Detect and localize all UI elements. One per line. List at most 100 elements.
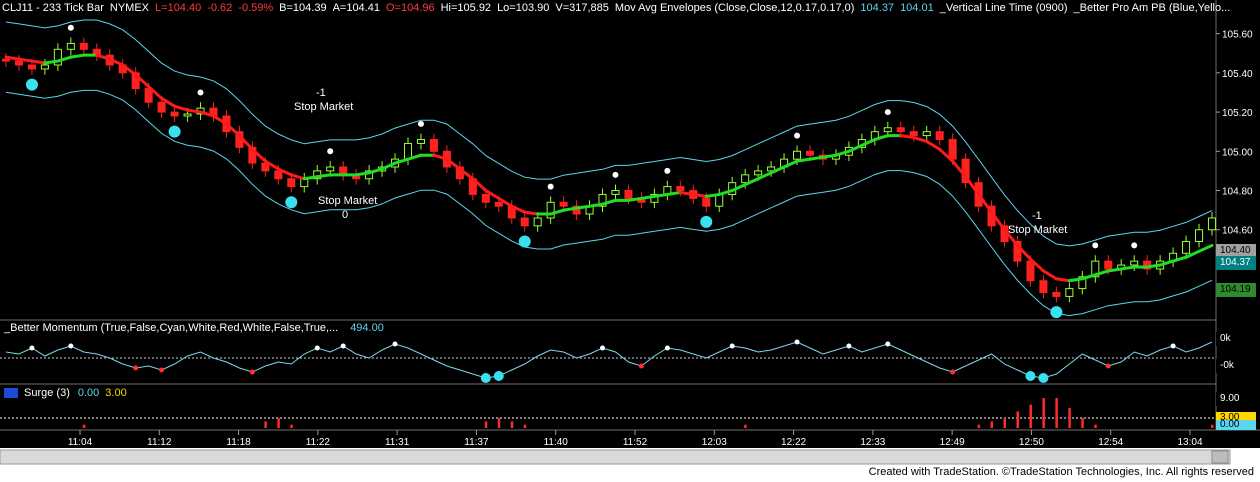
surge-bar: [523, 424, 527, 428]
symbol-label[interactable]: CLJ11 - 233 Tick Bar: [2, 2, 104, 14]
momentum-peak-dot: [885, 341, 891, 347]
candle-body: [326, 166, 335, 172]
ma-segment: [30, 59, 47, 65]
scrollbar-thumb[interactable]: [1211, 450, 1229, 464]
candle-body: [494, 201, 503, 207]
momentum-trough-dot: [133, 365, 139, 371]
time-tick-label: 12:49: [940, 437, 965, 448]
candle-body: [157, 101, 166, 113]
ma-segment: [354, 171, 371, 177]
exchange-label: NYMEX: [109, 2, 150, 14]
momentum-peak-dot: [846, 343, 852, 349]
price-axis-background: [1216, 0, 1260, 448]
high-signal-dot: [327, 148, 334, 155]
ma-segment: [186, 108, 203, 114]
momentum-trough-dot: [159, 367, 165, 373]
time-tick-label: 11:12: [147, 437, 172, 448]
time-tick-label: 11:22: [306, 437, 331, 448]
annotation-a2-top: Stop Market: [318, 195, 378, 207]
candle-body: [1026, 260, 1035, 282]
candle-body: [1182, 241, 1191, 254]
momentum-value: 494.00: [350, 322, 384, 334]
study-pro-am[interactable]: _Better Pro Am PB (Blue,Yello...: [1074, 2, 1231, 14]
ma-segment: [43, 59, 60, 65]
price-tick-label: 105.60: [1222, 30, 1253, 41]
candle-body: [429, 139, 438, 152]
time-tick-label: 12:54: [1098, 437, 1123, 448]
candle-body: [896, 127, 905, 133]
annotation-a3-top: -1: [1032, 210, 1042, 222]
candle-body: [183, 113, 192, 117]
surge-value-2: 3.00: [105, 387, 127, 399]
surge-bar: [1016, 411, 1019, 428]
candle-body: [274, 170, 283, 180]
surge-value-1: 0.00: [77, 387, 100, 399]
candle-body: [624, 190, 633, 199]
momentum-trough-dot: [950, 369, 956, 375]
candle-body: [79, 42, 88, 50]
study-envelopes[interactable]: Mov Avg Envelopes (Close,Close,12,0.17,0…: [615, 2, 855, 14]
surge-bar: [1042, 398, 1045, 428]
ma-segment: [315, 173, 332, 179]
ask-price: A=104.41: [332, 2, 380, 14]
tradestation-chart-window: 11:04 11:12 11:18 11:22 11:31 11:37 11:40 11:52…: [0, 0, 1260, 465]
price-tick-label: 104.80: [1222, 187, 1253, 198]
ma-segment: [4, 55, 21, 61]
candle-body: [611, 190, 620, 195]
scrollbar-track[interactable]: [0, 449, 1231, 465]
low-signal-dot: [700, 215, 713, 228]
candle-body: [1052, 292, 1061, 297]
candle-body: [1130, 260, 1139, 266]
ma-segment: [665, 190, 682, 196]
volume: V=317,885: [555, 2, 609, 14]
candle-body: [559, 201, 568, 207]
surge-bar: [510, 421, 514, 428]
high-signal-dot: [1131, 242, 1138, 249]
ma-segment: [704, 192, 721, 198]
candle-body: [702, 197, 711, 207]
candle-body: [676, 186, 685, 192]
momentum-peak-dot: [600, 345, 606, 351]
time-tick-label: 11:37: [464, 437, 489, 448]
momentum-title[interactable]: _Better Momentum (True,False,Cyan,White,…: [4, 322, 384, 334]
candle-body: [909, 131, 918, 137]
momentum-peak-dot: [1170, 343, 1176, 349]
candle-body: [533, 217, 542, 227]
candle-body: [1, 58, 11, 62]
time-tick-label: 11:04: [68, 437, 93, 448]
open-price: O=104.96: [385, 2, 435, 14]
price-tick-label: 105.40: [1222, 69, 1253, 80]
candle-body: [546, 201, 555, 219]
surge-title[interactable]: Surge (3) 0.00 3.00: [4, 387, 127, 399]
candle-body: [27, 64, 36, 70]
high-signal-dot: [664, 167, 671, 174]
candle-body: [1195, 229, 1204, 243]
low-signal-dot: [1050, 306, 1063, 319]
low-signal-dot: [168, 125, 181, 138]
time-tick-label: 13:04: [1177, 437, 1202, 448]
time-tick-label: 12:22: [781, 437, 806, 448]
surge-bar: [1003, 418, 1007, 428]
surge-bar: [277, 418, 280, 428]
bid-price: B=104.39: [279, 2, 327, 14]
ma-segment: [17, 57, 34, 63]
high-signal-dot: [612, 171, 619, 178]
ma-segment: [795, 157, 812, 163]
candle-body: [416, 139, 425, 144]
momentum-extreme-dot: [1025, 371, 1036, 381]
badge-envelope-lower: 104.19: [1216, 283, 1256, 297]
ma-segment: [1067, 277, 1084, 283]
annotation-a1-bottom: Stop Market: [294, 101, 354, 113]
badge-envelope-upper: 104.37: [1216, 256, 1256, 270]
candle-body: [520, 217, 529, 227]
ma-segment: [678, 190, 695, 196]
momentum-trough-dot: [1105, 363, 1111, 369]
ma-segment: [302, 175, 319, 181]
study-vertical-line[interactable]: _Vertical Line Time (0900): [940, 2, 1068, 14]
time-tick-label: 12:03: [702, 437, 727, 448]
pct-change: -0.59%: [238, 2, 274, 14]
ma-segment: [562, 206, 579, 212]
annotation-a3-bottom: Stop Market: [1008, 224, 1068, 236]
ma-segment: [626, 196, 643, 202]
ma-segment: [899, 134, 916, 140]
